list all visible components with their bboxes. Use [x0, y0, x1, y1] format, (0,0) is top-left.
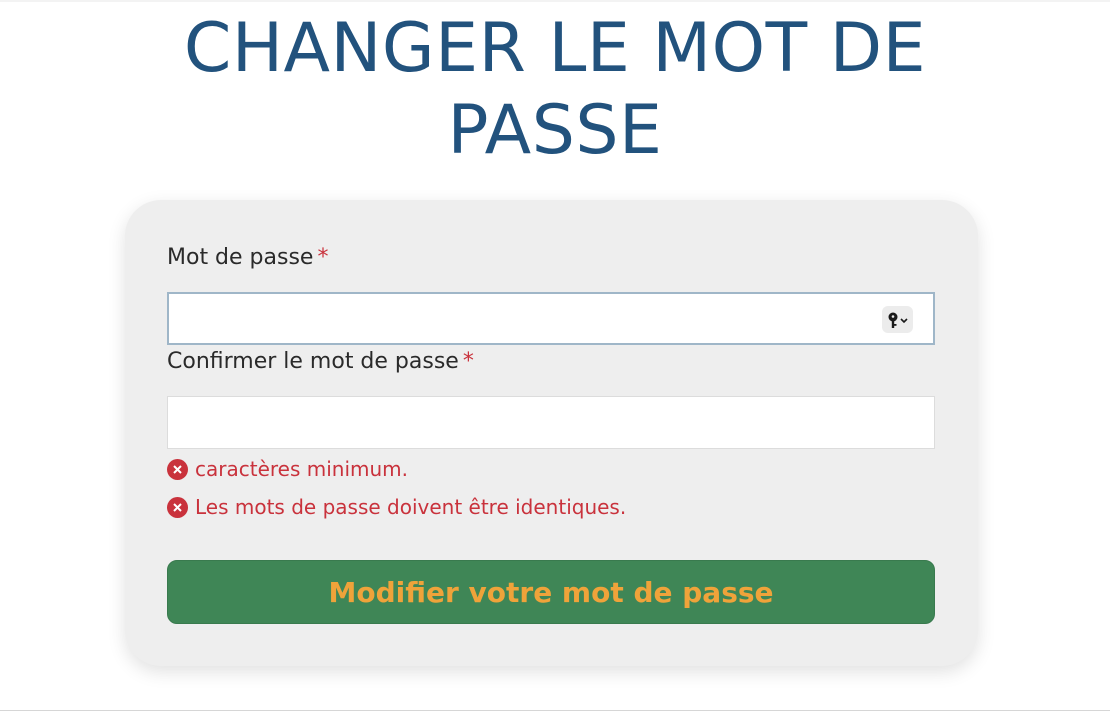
confirm-password-label: Confirmer le mot de passe *: [167, 349, 474, 374]
required-marker: *: [462, 349, 474, 374]
error-message-min-chars: caractères minimum.: [167, 457, 408, 481]
page-title-line-1: CHANGER LE MOT DE: [183, 9, 927, 88]
page-title: CHANGER LE MOT DE PASSE: [0, 8, 1110, 172]
confirm-password-input[interactable]: [167, 396, 935, 449]
error-text: Les mots de passe doivent être identique…: [195, 495, 627, 519]
submit-button[interactable]: Modifier votre mot de passe: [167, 560, 935, 624]
password-label-text: Mot de passe: [167, 245, 314, 270]
password-form-card: Mot de passe * Confirmer le mot de passe *: [125, 200, 978, 666]
password-label: Mot de passe *: [167, 245, 328, 270]
confirm-password-label-text: Confirmer le mot de passe: [167, 349, 459, 374]
required-marker: *: [317, 245, 329, 270]
error-circle-icon: [167, 458, 188, 480]
password-input[interactable]: [167, 292, 935, 345]
error-message-mismatch: Les mots de passe doivent être identique…: [167, 495, 626, 519]
password-field[interactable]: [169, 294, 869, 343]
key-icon: [888, 312, 908, 328]
page: CHANGER LE MOT DE PASSE Mot de passe * Co…: [0, 0, 1110, 711]
error-text: caractères minimum.: [195, 457, 409, 481]
page-title-line-2: PASSE: [447, 91, 663, 170]
confirm-password-field[interactable]: [168, 397, 934, 448]
password-manager-button[interactable]: [882, 306, 913, 333]
error-circle-icon: [167, 496, 188, 518]
